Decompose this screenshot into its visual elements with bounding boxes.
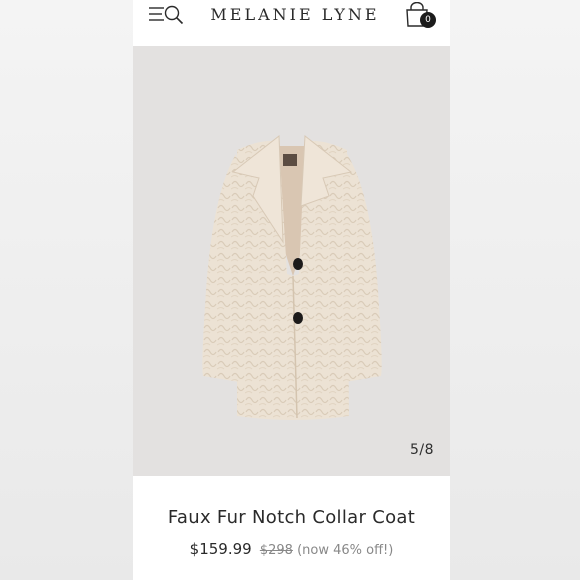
- product-image: [202, 135, 382, 420]
- current-price: $159.99: [189, 540, 252, 558]
- top-header: MELANIE LYNE 0: [133, 0, 450, 46]
- menu-search-button[interactable]: [149, 4, 189, 26]
- discount-text: (now 46% off!): [297, 543, 394, 558]
- search-icon: [164, 5, 184, 25]
- product-info: Faux Fur Notch Collar Coat $159.99 $298 …: [133, 476, 450, 580]
- cart-count-badge: 0: [420, 12, 436, 28]
- product-title: Faux Fur Notch Collar Coat: [167, 507, 416, 528]
- original-price: $298: [259, 543, 293, 558]
- cart-button[interactable]: 0: [405, 1, 439, 30]
- brand-logo[interactable]: MELANIE LYNE: [197, 5, 393, 24]
- product-image-gallery[interactable]: 5/8: [133, 46, 450, 476]
- background-right: [450, 0, 580, 580]
- mobile-page: MELANIE LYNE 0 5/8 Faux Fur Notch Collar…: [133, 0, 450, 580]
- price-row: $159.99 $298 (now 46% off!): [133, 540, 450, 558]
- image-counter: 5/8: [409, 442, 434, 458]
- background-left: [0, 0, 133, 580]
